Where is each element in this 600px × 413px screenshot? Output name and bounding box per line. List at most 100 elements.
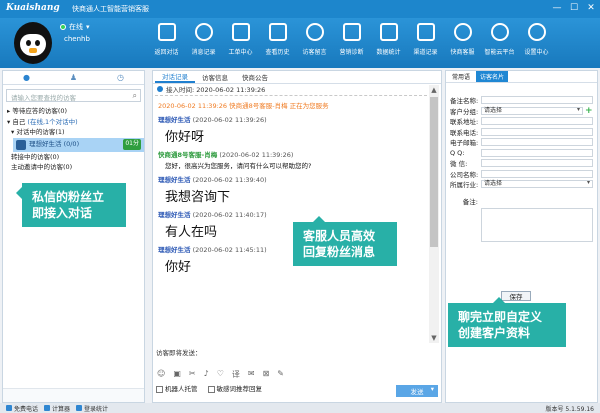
toolbar-button-5[interactable]: 营销诊断 <box>333 18 370 68</box>
toolbar-button-4[interactable]: 访客留言 <box>296 18 333 68</box>
access-time: 接入时间: 2020-06-02 11:39:26 <box>166 86 266 94</box>
channel-icon <box>416 23 435 41</box>
field-input[interactable] <box>481 148 593 157</box>
tab-chat-list[interactable]: ● <box>3 71 50 84</box>
form-row: 微 信: <box>450 158 593 169</box>
form-row: 电子邮箱: <box>450 137 593 148</box>
sensitive-toggle[interactable]: 敏感词推荐回复 <box>207 383 262 393</box>
tab-visitor-card[interactable]: 访客名片 <box>476 71 509 82</box>
tab-phrases[interactable]: 常用语 <box>448 71 474 82</box>
message-time: (2020-06-02 11:40:17) <box>192 211 267 219</box>
agent-name: 快商通8号客服-肖梅 <box>158 151 218 159</box>
send-button[interactable]: 发送 ▾ <box>396 385 438 397</box>
tree-transferring[interactable]: 转接中的访客(0) <box>3 152 144 163</box>
window-controls: — ☐ ✕ <box>552 2 596 15</box>
screenshot-icon[interactable]: ✂ <box>189 369 196 380</box>
callout-right-line1: 聊完立即自定义 <box>458 310 543 324</box>
tree-in-chat-group[interactable]: ▾ 对话中的访客(1) <box>3 127 144 138</box>
tree-self[interactable]: ▾ 自己 (在线,1个对话中) <box>3 117 144 128</box>
tab-chat-record[interactable]: 对话记录 <box>155 71 195 83</box>
visitor-name: 理想好生活 <box>158 211 191 219</box>
callout-left-tail <box>10 187 22 199</box>
pen-icon[interactable]: ✎ <box>277 369 284 380</box>
toolbar-button-6[interactable]: 数据统计 <box>370 18 407 68</box>
scroll-down-icon[interactable]: ▼ <box>430 334 438 342</box>
toolbar-button-2[interactable]: 工单中心 <box>222 18 259 68</box>
chat-scrollbar[interactable]: ▲ ▼ <box>429 85 439 343</box>
field-input[interactable] <box>481 138 593 147</box>
return-icon <box>157 23 176 41</box>
toolbar-label: 智能云平台 <box>484 49 515 56</box>
statusbar-item[interactable]: 计算器 <box>44 404 70 413</box>
visitor-item[interactable]: 理想好生活 (0/0) 01分 <box>13 137 144 152</box>
minimize-button[interactable]: — <box>552 2 562 15</box>
visitor-card-panel: 常用语 访客名片 备注名称: 客户分组: 请选择 ▾ + 联系地址: 联系电话: 电子邮箱: Q… <box>445 70 598 403</box>
person-icon: ♟ <box>69 73 78 82</box>
avatar[interactable] <box>14 22 52 64</box>
toolbar-button-9[interactable]: 智能云平台 <box>481 18 518 68</box>
tree-active-invite[interactable]: 主动邀请中的访客(0) <box>3 162 144 173</box>
message-log-icon <box>194 23 213 41</box>
tab-contacts[interactable]: ♟ <box>50 71 97 84</box>
chat-history[interactable]: 2020-06-02 11:39:26 快商通8号客服-肖梅 正在为您服务 理想好… <box>155 95 427 338</box>
toolbar-button-1[interactable]: 消息记录 <box>185 18 222 68</box>
tree-waiting[interactable]: ▸ 等待应答的访客(0) <box>3 106 144 117</box>
tree-active-label: 主动邀请中的访客(0) <box>11 163 73 171</box>
toolbar-button-10[interactable]: 设置中心 <box>518 18 555 68</box>
message-body: 你好呀 <box>165 130 205 145</box>
scroll-thumb[interactable] <box>430 97 438 247</box>
version-label: 版本号 5.1.59.16 <box>545 405 594 413</box>
like-icon[interactable]: ♡ <box>217 369 224 380</box>
status-selector[interactable]: 在线 ▾ <box>60 22 90 32</box>
support-icon <box>453 23 472 41</box>
robot-toggle[interactable]: 机器人托管 <box>156 383 198 393</box>
statusbar-label: 免费电话 <box>14 405 39 413</box>
toolbar-button-8[interactable]: 快商客服 <box>444 18 481 68</box>
message-body: 您好，很高兴为您服务，请问有什么可以帮助您的? <box>165 162 312 170</box>
sensitive-checkbox[interactable] <box>207 385 215 393</box>
add-group-icon[interactable]: + <box>585 106 593 116</box>
toolbar-button-0[interactable]: 返回对话 <box>148 18 185 68</box>
toolbar-button-7[interactable]: 渠道记录 <box>407 18 444 68</box>
close-button[interactable]: ✕ <box>586 2 596 15</box>
status-bar: 免费电话 计算器 登录统计 版本号 5.1.59.16 <box>0 403 600 413</box>
scroll-up-icon[interactable]: ▲ <box>430 86 438 94</box>
field-label: Q Q: <box>450 148 465 157</box>
visitor-panel: ● ♟ ◷ 请输入您要查找的访客 ⌕ ▸ 等待应答的访客(0) ▾ 自己 (在线… <box>2 70 145 403</box>
toolbar-button-3[interactable]: 查看历史 <box>259 18 296 68</box>
translate-icon[interactable]: 译 <box>232 369 240 380</box>
mail-icon[interactable]: ✉ <box>248 369 255 380</box>
maximize-button[interactable]: ☐ <box>569 2 579 15</box>
field-input[interactable] <box>481 169 593 178</box>
form-row: 所属行业: 请选择 ▾ <box>450 179 593 190</box>
statusbar-item[interactable]: 登录统计 <box>76 404 108 413</box>
save-button[interactable]: 保存 <box>501 291 531 301</box>
toolbar-label: 返回对话 <box>154 49 179 56</box>
callout-mid-tail <box>313 210 325 222</box>
callout-mid: 客服人员高效 回复粉丝消息 <box>293 216 397 266</box>
window-icon[interactable]: ⊠ <box>263 369 270 380</box>
robot-checkbox[interactable] <box>156 385 163 393</box>
field-select[interactable]: 请选择 ▾ <box>481 180 593 189</box>
search-icon[interactable]: ⌕ <box>133 91 137 101</box>
statusbar-icon <box>6 405 12 411</box>
main-toolbar: 返回对话 消息记录 工单中心 查看历史 访客留言 营销诊断 数据统计 渠道记录 快商客服 智能云平… <box>148 18 555 68</box>
tab-announcement[interactable]: 快商公告 <box>235 71 275 83</box>
field-label: 联系电话: <box>450 128 479 137</box>
image-icon[interactable]: ▣ <box>173 369 181 380</box>
field-input[interactable] <box>481 117 593 126</box>
emoji-icon[interactable]: ☺ <box>157 369 165 380</box>
workorder-icon <box>231 23 250 41</box>
field-input[interactable] <box>481 127 593 136</box>
voice-icon[interactable]: ♪ <box>204 369 209 380</box>
visitor-search-input[interactable]: 请输入您要查找的访客 ⌕ <box>6 89 141 102</box>
send-dropdown-icon[interactable]: ▾ <box>431 385 434 393</box>
statusbar-item[interactable]: 免费电话 <box>6 404 38 413</box>
field-select[interactable]: 请选择 ▾ <box>481 106 583 115</box>
leave-message-icon <box>305 23 324 41</box>
field-input[interactable] <box>481 96 593 105</box>
note-textarea[interactable] <box>481 208 593 242</box>
tab-visitor-info[interactable]: 访客信息 <box>195 71 235 83</box>
tab-history[interactable]: ◷ <box>97 71 144 84</box>
field-input[interactable] <box>481 159 593 168</box>
